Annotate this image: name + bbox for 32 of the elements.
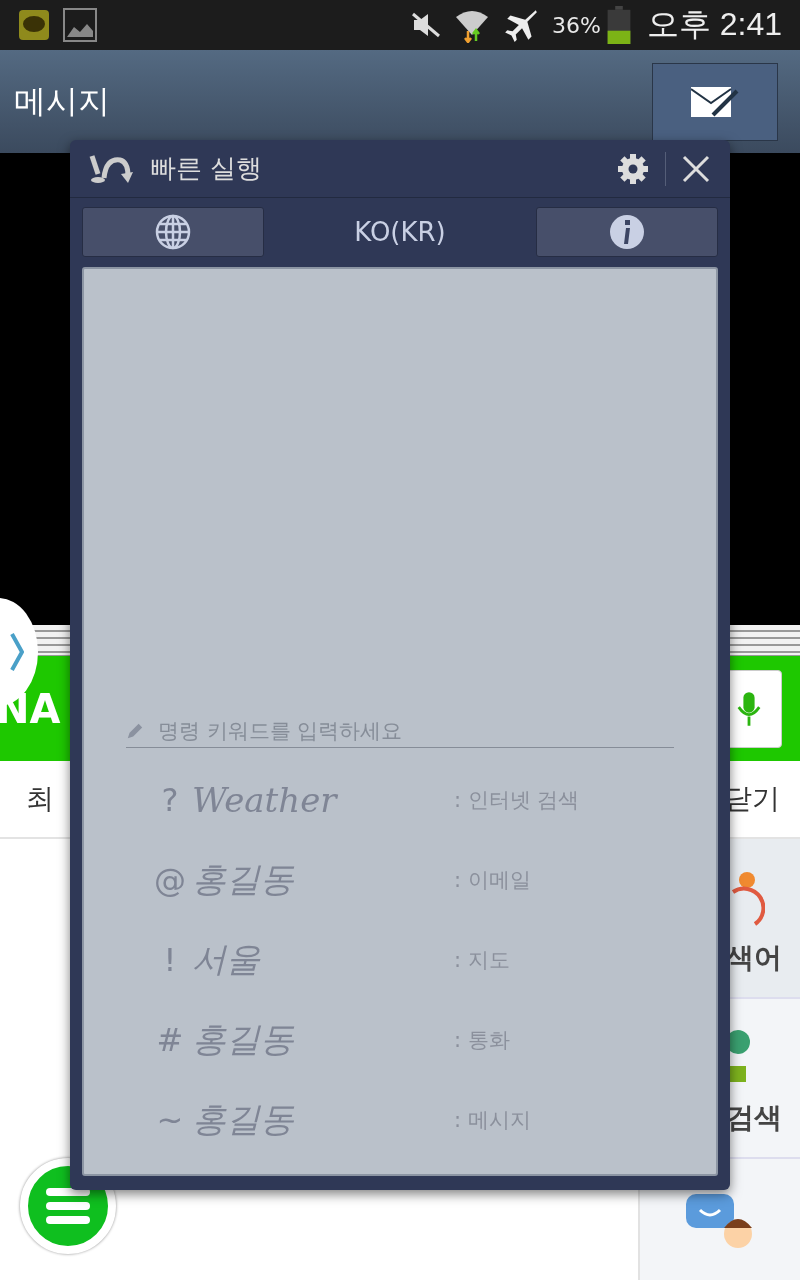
- command-symbol: ~: [155, 1101, 185, 1139]
- close-icon: [682, 154, 710, 183]
- battery-percent: 36%: [551, 12, 601, 38]
- compose-button[interactable]: [652, 62, 778, 141]
- language-label: KO(KR): [353, 217, 447, 247]
- close-button[interactable]: [682, 154, 710, 183]
- example-keyword: Weather: [192, 780, 339, 820]
- chevron-right-icon: [10, 632, 24, 672]
- chat-app-icon: [18, 9, 50, 41]
- command-symbol: !: [162, 941, 178, 979]
- clock: 오후 2:41: [646, 5, 782, 44]
- image-icon: [62, 7, 98, 43]
- language-button[interactable]: [82, 207, 264, 257]
- info-button[interactable]: [536, 207, 718, 257]
- settings-button[interactable]: [617, 152, 649, 185]
- app-title: 메시지: [14, 80, 110, 122]
- example-keyword: 홍길동: [192, 858, 295, 901]
- nav-tab[interactable]: 최: [26, 780, 54, 818]
- command-symbol: #: [155, 1021, 185, 1059]
- panel-title: 빠른 실행: [150, 152, 264, 185]
- example-keyword: 홍길동: [192, 1018, 295, 1061]
- menu-icon: [46, 1188, 90, 1224]
- info-icon: [609, 214, 645, 250]
- globe-icon: [155, 214, 191, 250]
- envelope-pen-icon: [691, 86, 739, 117]
- battery-icon: [606, 6, 631, 44]
- pencil-icon: [126, 722, 144, 740]
- example-keyword: 서울: [192, 938, 262, 981]
- command-symbol: @: [153, 861, 187, 899]
- command-symbol: ?: [160, 781, 180, 819]
- settings-icon: [617, 152, 649, 185]
- example-keyword: 홍길동: [192, 1098, 295, 1141]
